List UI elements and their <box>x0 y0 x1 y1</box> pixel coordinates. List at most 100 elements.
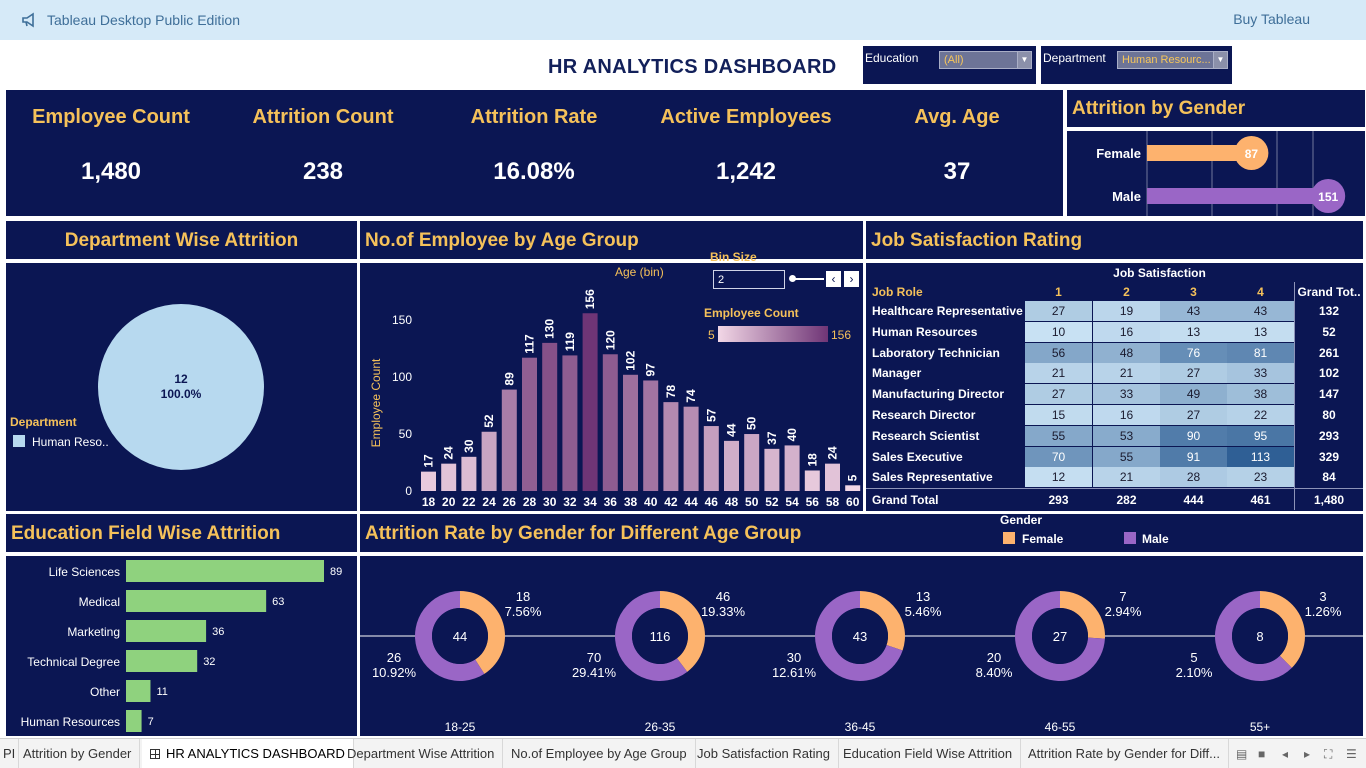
grid-view-icon[interactable]: ■ <box>1258 747 1265 761</box>
filmstrip-icon[interactable]: ▤ <box>1236 747 1247 761</box>
previous-sheet-icon[interactable]: ◂ <box>1282 747 1288 761</box>
table-cell[interactable]: 55 <box>1025 425 1092 446</box>
x-tick-label: 30 <box>543 495 557 509</box>
x-tick-label: 18 <box>422 495 436 509</box>
sheet-tab[interactable]: HR ANALYTICS DASHBOARD <box>142 739 354 768</box>
male-percent-label: 8.40% <box>976 665 1013 680</box>
bar-value-label: 89 <box>502 372 516 386</box>
table-cell[interactable]: 43 <box>1160 301 1227 321</box>
table-cell[interactable]: 55 <box>1093 446 1160 467</box>
kpi-value: 1,242 <box>715 158 777 185</box>
gender-attrition-panel[interactable]: Female 87 Male 151 <box>1067 131 1365 216</box>
sheet-tab-label: Education Field Wise Attrition <box>843 746 1013 761</box>
bin-size-slider[interactable] <box>792 278 824 280</box>
table-cell[interactable]: 49 <box>1160 384 1227 405</box>
table-cell[interactable]: 12 <box>1025 467 1092 488</box>
department-filter-dropdown[interactable]: Human Resourc... ▼ <box>1117 51 1228 69</box>
table-cell[interactable]: 21 <box>1093 467 1160 488</box>
sheet-tab-label: No.of Employee by Age Group <box>511 746 687 761</box>
sheet-tab[interactable]: Education Field Wise Attrition <box>835 739 1022 768</box>
chevron-right-icon[interactable]: › <box>844 271 859 287</box>
legend-swatch-male <box>1124 532 1136 544</box>
tableau-window: Tableau Desktop Public Edition Buy Table… <box>0 0 1366 768</box>
female-count-label: 7 <box>1119 589 1126 604</box>
table-cell[interactable]: 16 <box>1093 405 1160 425</box>
row-grand-total: 329 <box>1318 449 1340 464</box>
table-cell[interactable]: 33 <box>1227 363 1294 384</box>
table-cell[interactable]: 91 <box>1160 446 1227 467</box>
fit-screen-icon[interactable]: ⛶ <box>1324 747 1332 762</box>
sheet-tab[interactable]: Attrition Rate by Gender for Diff... <box>1020 739 1229 768</box>
table-cell[interactable]: 13 <box>1227 321 1294 342</box>
table-cell[interactable]: 15 <box>1025 405 1092 425</box>
table-cell[interactable]: 27 <box>1160 363 1227 384</box>
bar-value-label: 44 <box>725 423 739 437</box>
sheet-tab[interactable]: Department Wise Attrition <box>339 739 504 768</box>
histogram-bar <box>522 357 537 491</box>
table-cell[interactable]: 22 <box>1227 405 1294 425</box>
bar-value-label: 30 <box>462 439 476 453</box>
sheet-tab[interactable]: No.of Employee by Age Group <box>503 739 696 768</box>
female-count-label: 46 <box>716 589 730 604</box>
table-cell[interactable]: 27 <box>1025 384 1092 405</box>
department-filter: Department Human Resourc... ▼ <box>1041 46 1232 84</box>
table-cell[interactable]: 19 <box>1093 301 1160 321</box>
column-grand-total: 461 <box>1250 493 1271 508</box>
table-cell[interactable]: 95 <box>1227 425 1294 446</box>
table-cell[interactable]: 28 <box>1160 467 1227 488</box>
row-grand-total: 261 <box>1318 345 1340 360</box>
table-cell[interactable]: 33 <box>1093 384 1160 405</box>
table-cell[interactable]: 27 <box>1160 405 1227 425</box>
age-group-panel[interactable]: Age (bin) Employee Count 0 50 100 150 17 18 24 20… <box>360 250 863 511</box>
x-tick-label: 56 <box>806 495 820 509</box>
education-filter-dropdown[interactable]: (All) ▼ <box>939 51 1032 69</box>
department-pie-chart[interactable]: 12100.0% Department Human Reso.. <box>6 263 357 511</box>
table-cell[interactable]: 76 <box>1160 342 1227 363</box>
table-cell[interactable]: 81 <box>1227 342 1294 363</box>
education-field-bar-chart[interactable]: Life Sciences 89 Medical 63 Marketing 36 Techn… <box>6 556 357 736</box>
menu-icon[interactable]: ☰ <box>1346 747 1357 761</box>
job-role-label: Laboratory Technician <box>872 345 1000 360</box>
table-cell[interactable]: 90 <box>1160 425 1227 446</box>
gender-attrition-chart[interactable]: Female 87 Male 151 <box>1067 131 1365 216</box>
bar-value-label: 63 <box>272 596 284 608</box>
table-cell[interactable]: 23 <box>1227 467 1294 488</box>
age-group-histogram[interactable]: Age (bin) Employee Count 0 50 100 150 17 18 24 20… <box>360 263 863 511</box>
table-cell[interactable]: 27 <box>1025 301 1092 321</box>
kpi-label: Avg. Age <box>914 106 1000 128</box>
table-cell[interactable]: 56 <box>1025 342 1092 363</box>
education-field-panel[interactable]: Life Sciences 89 Medical 63 Marketing 36 Techn… <box>6 556 357 736</box>
sheet-tab-label: HR ANALYTICS DASHBOARD <box>166 746 345 761</box>
department-attrition-panel[interactable]: 12 100.0% Department Human Reso.. <box>6 263 357 511</box>
chevron-left-icon[interactable]: ‹ <box>826 271 841 287</box>
table-cell[interactable]: 10 <box>1025 321 1092 342</box>
table-cell[interactable]: 53 <box>1093 425 1160 446</box>
legend-label: Human Reso.. <box>32 435 109 449</box>
table-cell[interactable]: 21 <box>1093 363 1160 384</box>
table-cell[interactable]: 43 <box>1227 301 1294 321</box>
age-gender-donut-charts[interactable]: 44 187.56% 2610.92% 18-25 116 4619.33% 7029.41… <box>360 556 1363 736</box>
row-grand-total: 147 <box>1318 387 1340 402</box>
table-cell[interactable]: 38 <box>1227 384 1294 405</box>
slider-handle[interactable] <box>789 275 796 282</box>
job-satisfaction-panel[interactable]: Job Satisfaction Job Role 1 2 3 4 Grand Tot.. H… <box>866 263 1363 511</box>
sheet-tab[interactable]: Job Satisfaction Rating <box>689 739 839 768</box>
female-count-label: 13 <box>916 589 930 604</box>
bin-size-input[interactable]: 2 <box>713 270 785 289</box>
row-grand-total: 80 <box>1322 408 1336 422</box>
bar-value-label: 119 <box>563 332 577 352</box>
donut-total: 44 <box>453 629 467 644</box>
table-cell[interactable]: 70 <box>1025 446 1092 467</box>
row-grand-total: 293 <box>1318 428 1340 443</box>
table-cell[interactable]: 16 <box>1093 321 1160 342</box>
buy-tableau-link[interactable]: Buy Tableau <box>1233 11 1310 27</box>
age-gender-panel[interactable]: 44 18 7.56% 26 10.92% 18-25 116 46 19.33% 70 29.41… <box>360 556 1363 736</box>
next-sheet-icon[interactable]: ▸ <box>1304 747 1310 761</box>
table-cell[interactable]: 13 <box>1160 321 1227 342</box>
table-cell[interactable]: 113 <box>1227 446 1294 467</box>
age-group-label: 36-45 <box>845 720 876 734</box>
age-group-label: 18-25 <box>445 720 476 734</box>
table-cell[interactable]: 48 <box>1093 342 1160 363</box>
sheet-tab[interactable]: Attrition by Gender <box>15 739 141 768</box>
table-cell[interactable]: 21 <box>1025 363 1092 384</box>
